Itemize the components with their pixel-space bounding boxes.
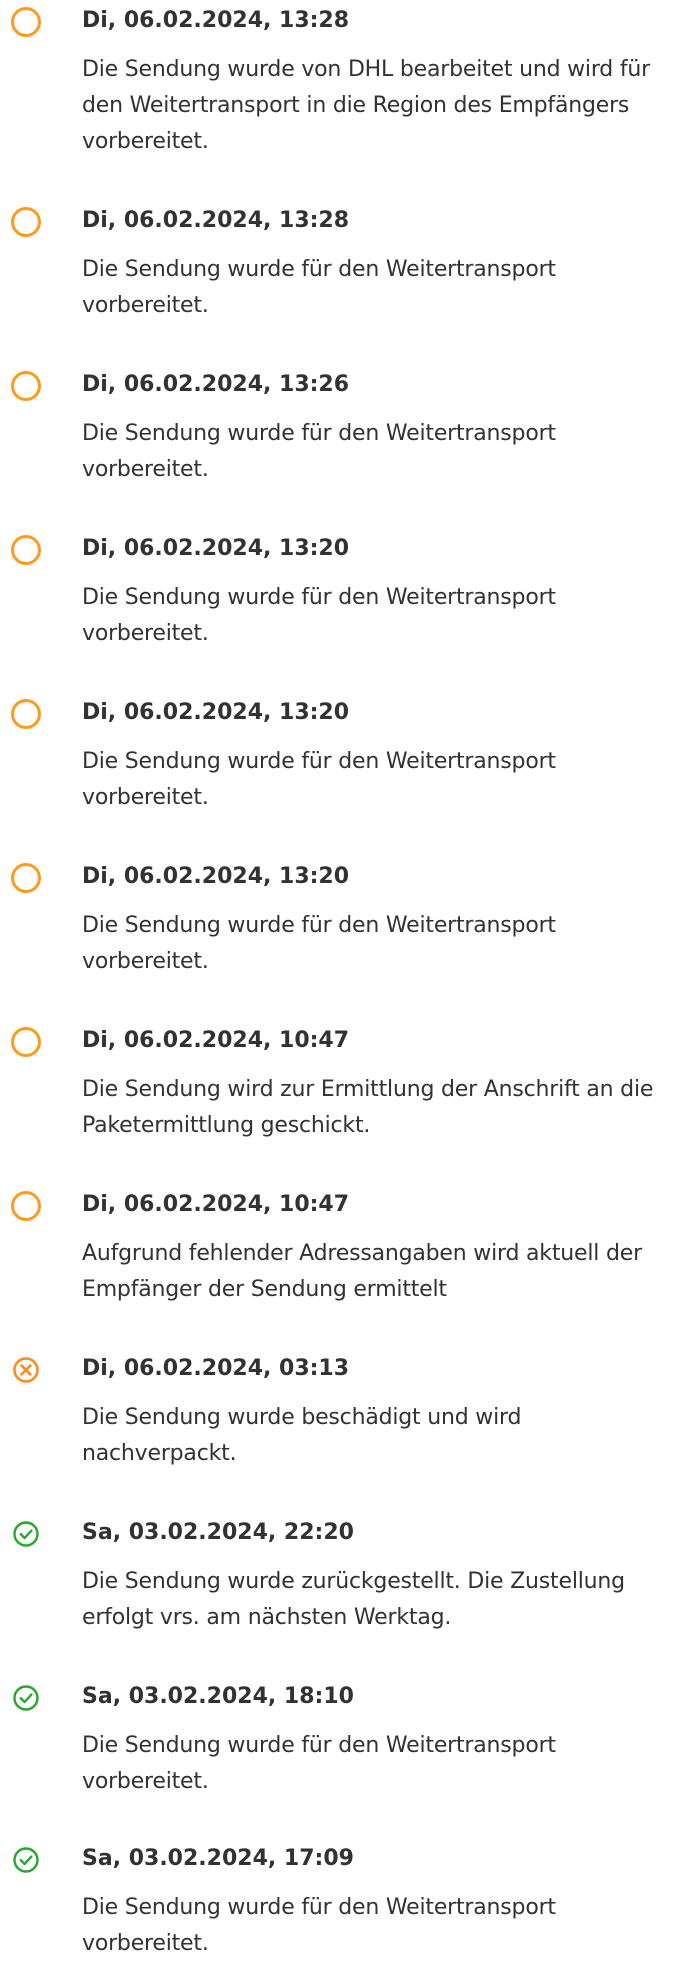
event-description: Die Sendung wurde für den Weitertranspor…: [82, 421, 556, 482]
event-date: Sa, 03.02.2024, 18:10: [82, 1684, 354, 1709]
event-description: Aufgrund fehlender Adressangaben wird ak…: [82, 1241, 642, 1302]
event-description: Die Sendung wird zur Ermittlung der Ansc…: [82, 1077, 654, 1138]
event-date: Di, 06.02.2024, 13:20: [82, 864, 350, 889]
check-circle-icon: [12, 1684, 40, 1712]
event-date: Sa, 03.02.2024, 22:20: [82, 1520, 354, 1545]
event-description: Die Sendung wurde zurückgestellt. Die Zu…: [82, 1569, 625, 1630]
event-date: Sa, 03.02.2024, 17:09: [82, 1846, 354, 1871]
circle-icon: [10, 534, 42, 566]
event-date: Di, 06.02.2024, 13:20: [82, 700, 350, 725]
circle-icon: [10, 698, 42, 730]
event-description: Die Sendung wurde von DHL bearbeitet und…: [82, 57, 650, 154]
event-description: Die Sendung wurde für den Weitertranspor…: [82, 749, 556, 810]
x-circle-icon: [12, 1356, 40, 1384]
event-date: Di, 06.02.2024, 03:13: [82, 1356, 350, 1381]
event-date: Di, 06.02.2024, 13:28: [82, 208, 350, 233]
circle-icon: [10, 1026, 42, 1058]
event-date: Di, 06.02.2024, 10:47: [82, 1028, 350, 1053]
circle-icon: [10, 6, 42, 38]
shipment-history-timeline: Di, 06.02.2024, 13:28 Die Sendung wurde …: [0, 0, 678, 1956]
event-description: Die Sendung wurde für den Weitertranspor…: [82, 913, 556, 974]
event-date: Di, 06.02.2024, 13:20: [82, 536, 350, 561]
event-description: Die Sendung wurde für den Weitertranspor…: [82, 257, 556, 318]
check-circle-icon: [12, 1520, 40, 1548]
circle-icon: [10, 370, 42, 402]
event-description: Die Sendung wurde beschädigt und wird na…: [82, 1405, 522, 1466]
event-date: Di, 06.02.2024, 10:47: [82, 1192, 350, 1217]
circle-icon: [10, 1190, 42, 1222]
check-circle-icon: [12, 1846, 40, 1874]
event-description: Die Sendung wurde für den Weitertranspor…: [82, 1733, 556, 1794]
event-date: Di, 06.02.2024, 13:28: [82, 8, 350, 33]
circle-icon: [10, 862, 42, 894]
event-date: Di, 06.02.2024, 13:26: [82, 372, 350, 397]
event-description: Die Sendung wurde für den Weitertranspor…: [82, 585, 556, 646]
circle-icon: [10, 206, 42, 238]
event-description: Die Sendung wurde für den Weitertranspor…: [82, 1895, 556, 1956]
